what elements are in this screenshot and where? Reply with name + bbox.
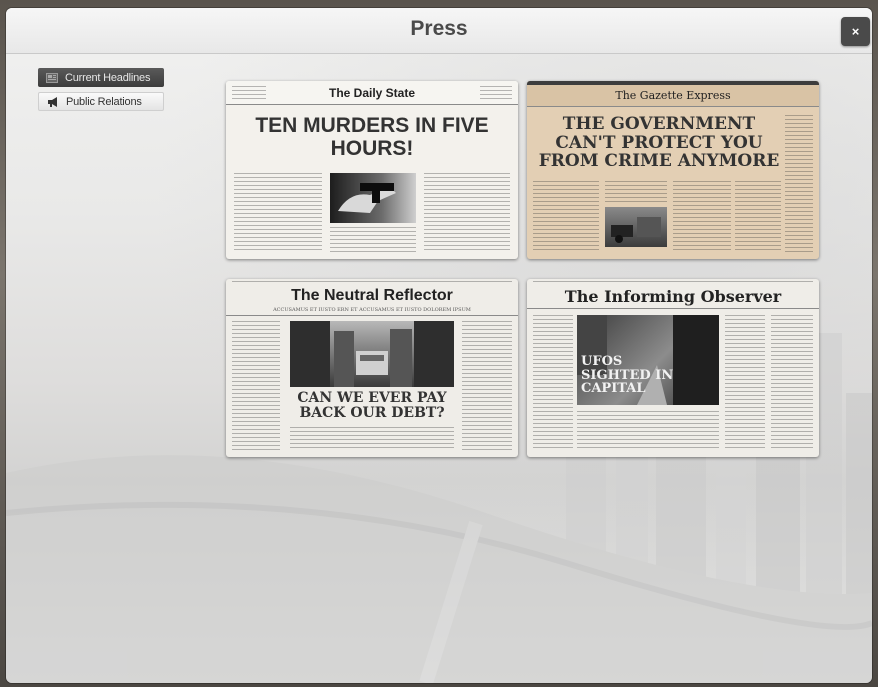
article-text-column xyxy=(533,315,573,451)
masthead-text-lines xyxy=(232,86,266,100)
article-text-column xyxy=(605,181,667,203)
newspaper-name: The Neutral Reflector xyxy=(291,287,453,304)
article-text-column xyxy=(735,181,781,253)
gun-photo xyxy=(330,173,416,223)
newspaper-card-neutral-reflector[interactable]: The Neutral Reflector ACCUSAMUS ET IUSTO… xyxy=(226,279,518,457)
article-text-column xyxy=(232,321,280,451)
menu-item-current-headlines[interactable]: Current Headlines xyxy=(38,68,164,87)
article-text-column xyxy=(424,173,510,253)
menu-item-label: Current Headlines xyxy=(65,71,151,84)
title-bar: Press × xyxy=(6,8,872,54)
newspaper-icon xyxy=(45,72,59,84)
foggy-street-photo: UFOS SIGHTED IN CAPITAL xyxy=(577,315,719,405)
window-title: Press xyxy=(410,17,468,40)
article-text-column xyxy=(234,173,322,253)
newspaper-masthead: The Daily State xyxy=(226,81,518,105)
article-text-column xyxy=(330,227,416,253)
crime-scene-photo xyxy=(605,207,667,247)
close-icon: × xyxy=(851,24,860,39)
close-button[interactable]: × xyxy=(841,17,870,46)
newspaper-headline: CAN WE EVER PAY BACK OUR DEBT? xyxy=(297,390,447,422)
article-text-column xyxy=(785,115,813,253)
newspaper-subtitle: ACCUSAMUS ET IUSTO ERN ET ACCUSAMUS ET I… xyxy=(226,307,518,316)
newspaper-masthead: The Informing Observer xyxy=(527,285,819,309)
newspaper-name: The Informing Observer xyxy=(564,287,782,306)
press-menu: Current Headlines Public Relations xyxy=(38,68,164,116)
newspaper-name: The Daily State xyxy=(328,85,416,100)
article-text-column xyxy=(462,321,512,451)
newspaper-masthead: The Neutral Reflector xyxy=(226,285,518,307)
article-text-column xyxy=(673,181,731,253)
megaphone-icon xyxy=(46,96,60,108)
article-text-column xyxy=(533,181,599,253)
newspaper-headline: THE GOVERNMENT CAN'T PROTECT YOU FROM CR… xyxy=(538,114,780,172)
article-text-column xyxy=(725,315,765,451)
newspaper-card-gazette-express[interactable]: The Gazette Express THE GOVERNMENT CAN'T… xyxy=(527,81,819,259)
newspaper-name: The Gazette Express xyxy=(615,89,731,102)
city-street-photo xyxy=(290,321,454,387)
newspaper-card-daily-state[interactable]: The Daily State TEN MURDERS IN FIVE HOUR… xyxy=(226,81,518,259)
newspaper-headline: UFOS SIGHTED IN CAPITAL xyxy=(581,354,674,397)
newspaper-card-informing-observer[interactable]: The Informing Observer UFOS SIGHTED IN C… xyxy=(527,279,819,457)
article-text-column xyxy=(771,315,813,451)
newspaper-masthead: The Gazette Express xyxy=(527,85,819,107)
press-window: Press × Current Headlines Public Relatio… xyxy=(6,8,872,683)
menu-item-public-relations[interactable]: Public Relations xyxy=(38,92,164,111)
article-text-column xyxy=(577,411,719,451)
newspaper-headline: TEN MURDERS IN FIVE HOURS! xyxy=(255,114,489,161)
masthead-text-lines xyxy=(480,86,512,100)
article-text-column xyxy=(290,427,454,451)
menu-item-label: Public Relations xyxy=(66,95,142,108)
